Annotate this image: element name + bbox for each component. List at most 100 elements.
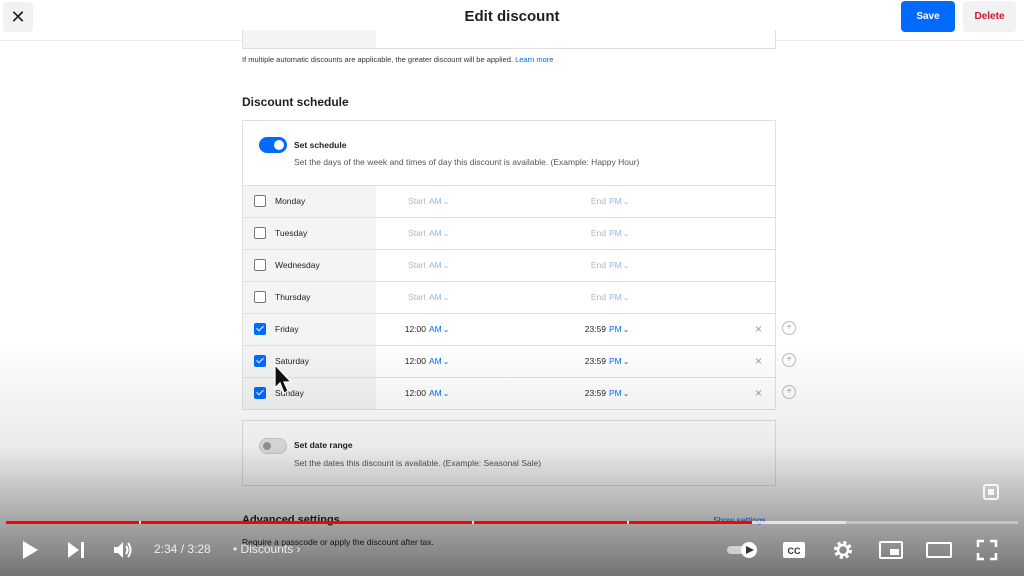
chevron-down-icon: ⌄ bbox=[622, 261, 630, 270]
start-time-field[interactable]: Start AM⌄ bbox=[398, 196, 449, 206]
start-time-field[interactable]: Start AM⌄ bbox=[398, 228, 449, 238]
advanced-settings-heading: Advanced settings bbox=[242, 514, 340, 526]
day-row: Wednesday Start AM⌄ End PM⌄ bbox=[243, 249, 775, 281]
add-time-icon[interactable]: + bbox=[782, 321, 796, 335]
day-row: Sunday 12:00 AM⌄ 23:59 PM⌄ × + bbox=[243, 377, 796, 409]
page-title: Edit discount bbox=[464, 8, 560, 25]
chevron-down-icon: ⌄ bbox=[442, 261, 450, 270]
chapter-title[interactable]: • Discounts › bbox=[233, 542, 301, 556]
chevron-down-icon: ⌄ bbox=[622, 229, 630, 238]
day-name: Monday bbox=[275, 196, 306, 206]
fullscreen-icon bbox=[976, 539, 998, 561]
start-ampm-select[interactable]: AM bbox=[429, 356, 442, 366]
end-time-field[interactable]: End PM⌄ bbox=[578, 260, 630, 270]
volume-button[interactable] bbox=[111, 538, 137, 562]
miniplayer-icon bbox=[879, 541, 903, 559]
day-name: Thursday bbox=[275, 292, 311, 302]
chevron-down-icon: ⌄ bbox=[442, 389, 450, 398]
channel-watermark-icon[interactable] bbox=[983, 484, 999, 500]
day-row: Saturday 12:00 AM⌄ 23:59 PM⌄ × + bbox=[243, 345, 796, 377]
end-ampm-select[interactable]: PM bbox=[609, 292, 622, 302]
day-checkbox[interactable] bbox=[254, 323, 266, 335]
delete-button[interactable]: Delete bbox=[963, 1, 1016, 32]
chevron-down-icon: ⌄ bbox=[622, 389, 630, 398]
end-ampm-select[interactable]: PM bbox=[609, 356, 622, 366]
day-checkbox[interactable] bbox=[254, 387, 266, 399]
day-name: Friday bbox=[275, 324, 299, 334]
play-button[interactable] bbox=[18, 538, 42, 562]
end-ampm-select[interactable]: PM bbox=[609, 260, 622, 270]
chapter-divider bbox=[139, 521, 141, 524]
learn-more-link[interactable]: Learn more bbox=[515, 55, 553, 64]
svg-text:CC: CC bbox=[788, 546, 801, 556]
set-schedule-description: Set the days of the week and times of da… bbox=[294, 157, 640, 167]
chevron-down-icon: ⌄ bbox=[442, 293, 450, 302]
day-checkbox[interactable] bbox=[254, 227, 266, 239]
chevron-down-icon: ⌄ bbox=[622, 293, 630, 302]
end-ampm-select[interactable]: PM bbox=[609, 388, 622, 398]
end-time-field[interactable]: 23:59 PM⌄ bbox=[578, 388, 630, 398]
volume-icon bbox=[114, 542, 132, 558]
autoplay-icon bbox=[727, 542, 757, 558]
previous-field bbox=[242, 30, 776, 49]
start-time-field[interactable]: 12:00 AM⌄ bbox=[398, 356, 450, 366]
start-ampm-select[interactable]: AM bbox=[429, 292, 442, 302]
fullscreen-button[interactable] bbox=[974, 538, 1000, 562]
day-row: Thursday Start AM⌄ End PM⌄ bbox=[243, 281, 775, 313]
start-ampm-select[interactable]: AM bbox=[429, 260, 442, 270]
remove-time-icon[interactable]: × bbox=[755, 322, 762, 336]
day-checkbox[interactable] bbox=[254, 195, 266, 207]
end-time-field[interactable]: 23:59 PM⌄ bbox=[578, 324, 630, 334]
set-date-range-toggle[interactable] bbox=[259, 438, 287, 454]
end-ampm-select[interactable]: PM bbox=[609, 228, 622, 238]
end-time-field[interactable]: End PM⌄ bbox=[578, 228, 630, 238]
start-ampm-select[interactable]: AM bbox=[429, 388, 442, 398]
play-icon bbox=[23, 541, 38, 559]
remove-time-icon[interactable]: × bbox=[755, 386, 762, 400]
day-checkbox[interactable] bbox=[254, 355, 266, 367]
set-schedule-label: Set schedule bbox=[294, 140, 347, 150]
automatic-discount-note: If multiple automatic discounts are appl… bbox=[242, 55, 554, 64]
end-time-field[interactable]: 23:59 PM⌄ bbox=[578, 356, 630, 366]
add-time-icon[interactable]: + bbox=[782, 385, 796, 399]
set-schedule-toggle[interactable] bbox=[259, 137, 287, 153]
end-time-field[interactable]: End PM⌄ bbox=[578, 292, 630, 302]
start-ampm-select[interactable]: AM bbox=[429, 324, 442, 334]
captions-icon: CC bbox=[783, 542, 805, 558]
next-icon bbox=[68, 542, 84, 558]
end-ampm-select[interactable]: PM bbox=[609, 196, 622, 206]
chevron-down-icon: ⌄ bbox=[622, 325, 630, 334]
start-ampm-select[interactable]: AM bbox=[429, 228, 442, 238]
chevron-down-icon: ⌄ bbox=[442, 325, 450, 334]
theater-mode-button[interactable] bbox=[925, 538, 953, 562]
next-button[interactable] bbox=[64, 538, 88, 562]
time-display: 2:34 / 3:28 bbox=[154, 542, 211, 556]
theater-icon bbox=[926, 542, 952, 558]
chevron-down-icon: ⌄ bbox=[442, 197, 450, 206]
captions-button[interactable]: CC bbox=[781, 538, 807, 562]
day-row: Tuesday Start AM⌄ End PM⌄ bbox=[243, 217, 775, 249]
start-time-field[interactable]: 12:00 AM⌄ bbox=[398, 324, 450, 334]
add-time-icon[interactable]: + bbox=[782, 353, 796, 367]
day-schedule-table: Monday Start AM⌄ End PM⌄ Tuesday Start AM⌄ … bbox=[242, 185, 796, 410]
autoplay-toggle[interactable] bbox=[724, 538, 762, 562]
start-time-field[interactable]: Start AM⌄ bbox=[398, 292, 449, 302]
day-row: Friday 12:00 AM⌄ 23:59 PM⌄ × + bbox=[243, 313, 796, 345]
mouse-cursor-icon bbox=[274, 364, 292, 394]
day-row: Monday Start AM⌄ End PM⌄ bbox=[243, 185, 775, 217]
start-ampm-select[interactable]: AM bbox=[429, 196, 442, 206]
save-button[interactable]: Save bbox=[901, 1, 955, 32]
start-time-field[interactable]: 12:00 AM⌄ bbox=[398, 388, 450, 398]
progress-played bbox=[6, 521, 752, 524]
end-ampm-select[interactable]: PM bbox=[609, 324, 622, 334]
day-checkbox[interactable] bbox=[254, 291, 266, 303]
settings-button[interactable] bbox=[830, 538, 856, 562]
remove-time-icon[interactable]: × bbox=[755, 354, 762, 368]
day-checkbox[interactable] bbox=[254, 259, 266, 271]
set-schedule-card: Set schedule Set the days of the week an… bbox=[242, 120, 776, 186]
end-time-field[interactable]: End PM⌄ bbox=[578, 196, 630, 206]
chapter-divider bbox=[472, 521, 474, 524]
set-date-range-label: Set date range bbox=[294, 440, 353, 450]
start-time-field[interactable]: Start AM⌄ bbox=[398, 260, 449, 270]
miniplayer-button[interactable] bbox=[877, 538, 905, 562]
